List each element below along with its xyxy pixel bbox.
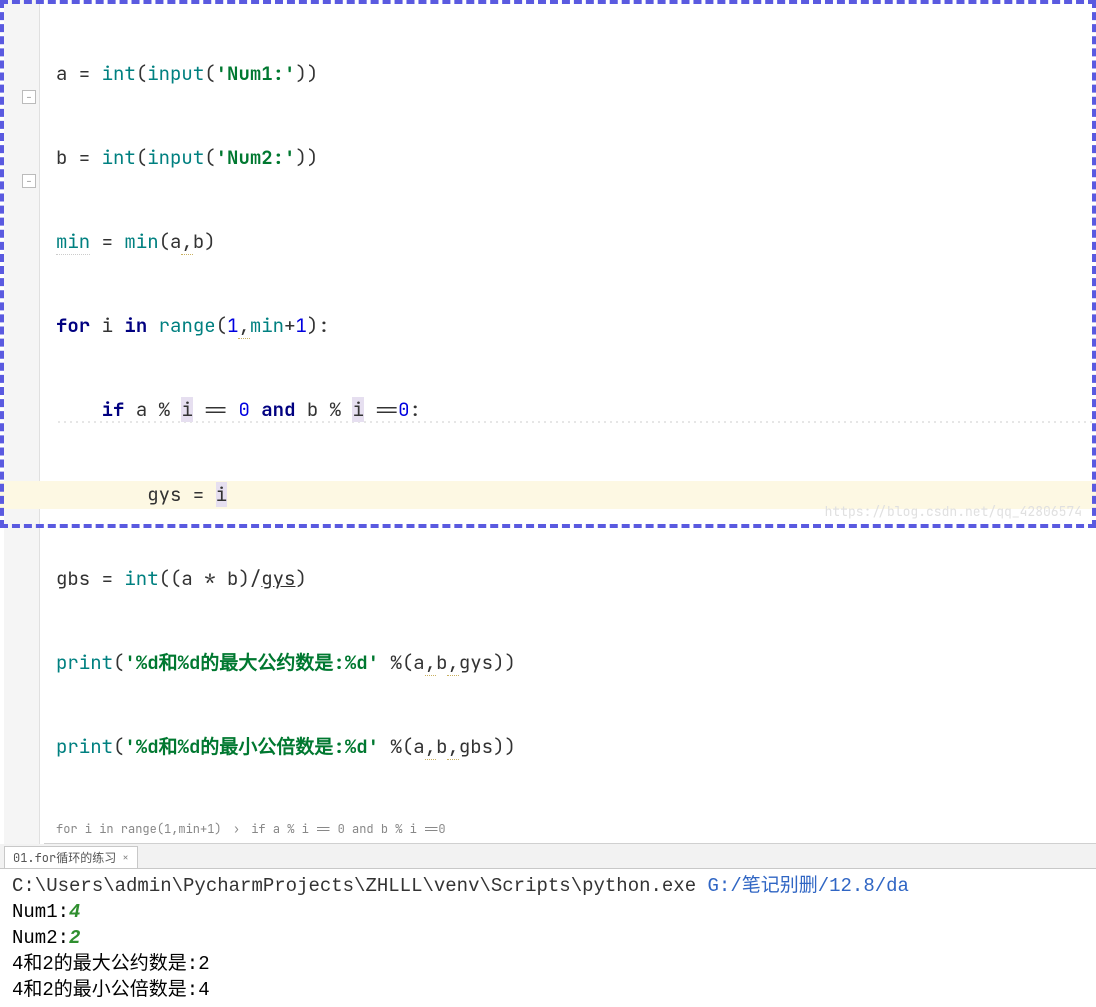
kw-if: if xyxy=(102,397,125,422)
watermark-text: https://blog.csdn.net/qq_42806574 xyxy=(825,503,1082,520)
var-min: min xyxy=(56,229,90,255)
console-output: 4和2的最小公倍数是:4 xyxy=(12,977,1088,1003)
code-editor[interactable]: – – a = int(input('Num1:')) b = int(inpu… xyxy=(0,0,1096,844)
code-line-8[interactable]: print('%d和%d的最大公约数是:%d' %(a,b,gys)) xyxy=(56,649,1096,677)
close-icon[interactable]: × xyxy=(122,851,129,865)
code-line-4[interactable]: for i in range(1,min+1): xyxy=(56,312,1096,340)
breadcrumb-part[interactable]: for i in range(1,min+1) xyxy=(56,821,222,837)
kw-in: in xyxy=(124,313,147,338)
code-line-1[interactable]: a = int(input('Num1:')) xyxy=(56,60,1096,88)
input-value: 2 xyxy=(69,927,80,949)
code-line-5[interactable]: if a % i == 0 and b % i ==0: xyxy=(56,396,1096,425)
var: b xyxy=(56,145,67,170)
code-line-9[interactable]: print('%d和%d的最小公倍数是:%d' %(a,b,gbs)) xyxy=(56,733,1096,761)
console-line: Num1:4 xyxy=(12,899,1088,925)
kw-for: for xyxy=(56,313,90,338)
string-literal: 'Num1:' xyxy=(216,61,296,86)
console-output: 4和2的最大公约数是:2 xyxy=(12,951,1088,977)
console-command-line: C:\Users\admin\PycharmProjects\ZHLLL\ven… xyxy=(12,873,1088,899)
fn-int: int xyxy=(102,145,136,170)
run-tab[interactable]: 01.for循环的练习 × xyxy=(4,846,138,868)
input-value: 4 xyxy=(69,901,80,923)
string-literal: '%d和%d的最小公倍数是:%d' xyxy=(124,734,379,759)
string-literal: 'Num2:' xyxy=(216,145,296,170)
run-tab-label: 01.for循环的练习 xyxy=(13,849,116,866)
code-line-3[interactable]: min = min(a,b) xyxy=(56,228,1096,256)
run-tool-tabs: 01.for循环的练习 × xyxy=(0,844,1096,869)
fn-int: int xyxy=(124,566,158,591)
fn-range: range xyxy=(159,313,216,338)
code-line-2[interactable]: b = int(input('Num2:')) xyxy=(56,144,1096,172)
editor-gutter xyxy=(4,0,40,844)
chevron-right-icon: › xyxy=(233,821,240,837)
string-literal: '%d和%d的最大公约数是:%d' xyxy=(124,650,379,675)
kw-and: and xyxy=(261,397,295,422)
fn-int: int xyxy=(102,61,136,86)
code-line-7[interactable]: gbs = int((a * b)/gys) xyxy=(56,565,1096,593)
fold-icon[interactable]: – xyxy=(22,174,36,188)
fn-input: input xyxy=(147,145,204,170)
var: a xyxy=(56,61,67,86)
run-console[interactable]: C:\Users\admin\PycharmProjects\ZHLLL\ven… xyxy=(0,869,1096,1007)
breadcrumb[interactable]: for i in range(1,min+1) › if a % i == 0 … xyxy=(44,817,1096,844)
fn-min: min xyxy=(124,229,158,254)
fn-print: print xyxy=(56,734,113,759)
fold-icon[interactable]: – xyxy=(22,90,36,104)
console-line: Num2:2 xyxy=(12,925,1088,951)
breadcrumb-part[interactable]: if a % i == 0 and b % i ==0 xyxy=(251,821,445,837)
code-content[interactable]: a = int(input('Num1:')) b = int(input('N… xyxy=(44,4,1096,817)
fn-input: input xyxy=(147,61,204,86)
fn-print: print xyxy=(56,650,113,675)
